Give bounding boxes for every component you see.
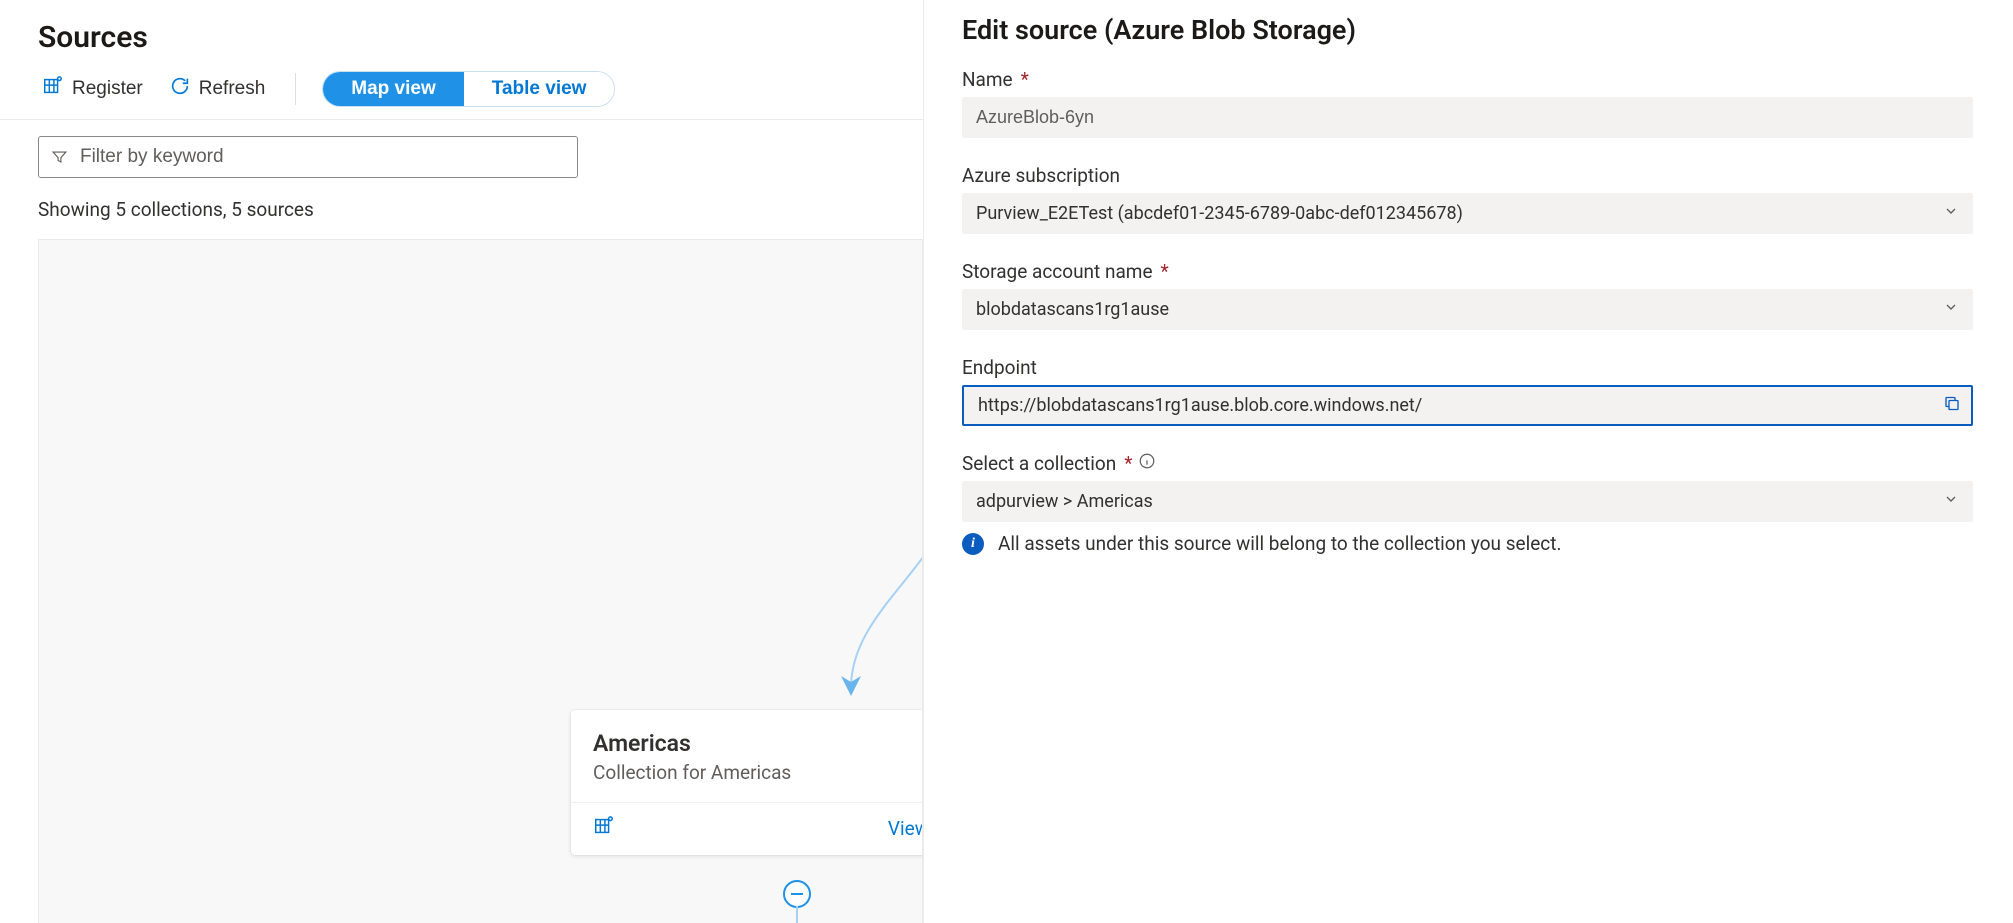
collapse-node-button[interactable] — [783, 880, 811, 908]
storage-account-select[interactable]: blobdatascans1rg1ause — [962, 289, 1973, 330]
map-view-button[interactable]: Map view — [323, 72, 463, 106]
endpoint-label: Endpoint — [962, 356, 1037, 379]
panel-title: Edit source (Azure Blob Storage) — [962, 14, 1973, 46]
collection-info-row: i All assets under this source will belo… — [962, 532, 1973, 555]
collection-card-americas[interactable]: Americas Collection for Americas View — [571, 710, 923, 855]
connector-line — [671, 440, 923, 700]
results-count: Showing 5 collections, 5 sources — [0, 186, 923, 221]
subscription-value: Purview_E2ETest (abcdef01-2345-6789-0abc… — [976, 203, 1463, 224]
view-details-link[interactable]: View — [888, 817, 923, 840]
field-name: Name * — [962, 68, 1973, 138]
view-toggle: Map view Table view — [322, 71, 615, 107]
storage-label: Storage account name — [962, 260, 1153, 283]
required-marker: * — [1021, 68, 1029, 91]
name-label: Name — [962, 68, 1013, 91]
collection-value: adpurview > Americas — [976, 491, 1153, 512]
toolbar: Register Refresh Map view Table view — [0, 59, 923, 120]
collection-icon — [42, 75, 64, 103]
filter-input[interactable] — [80, 146, 565, 168]
subscription-select[interactable]: Purview_E2ETest (abcdef01-2345-6789-0abc… — [962, 193, 1973, 234]
filter-input-wrapper[interactable] — [38, 136, 578, 178]
chevron-down-icon — [1943, 203, 1959, 224]
field-collection: Select a collection * adpurview > Americ… — [962, 452, 1973, 555]
connector-line — [796, 906, 798, 923]
toolbar-divider — [295, 73, 296, 105]
collection-info-text: All assets under this source will belong… — [998, 532, 1561, 555]
edit-source-panel: Edit source (Azure Blob Storage) Name * … — [924, 0, 2013, 923]
field-endpoint: Endpoint https://blobdatascans1rg1ause.b… — [962, 356, 1973, 426]
collection-card-subtitle: Collection for Americas — [593, 761, 923, 784]
sources-pane: Sources Register — [0, 0, 924, 923]
name-input[interactable] — [962, 97, 1973, 138]
info-badge-icon: i — [962, 533, 984, 555]
register-button[interactable]: Register — [38, 71, 147, 107]
collection-icon — [593, 815, 615, 841]
required-marker: * — [1124, 452, 1132, 475]
refresh-button[interactable]: Refresh — [165, 71, 270, 107]
chevron-down-icon — [1943, 299, 1959, 320]
collection-select[interactable]: adpurview > Americas — [962, 481, 1973, 522]
refresh-label: Refresh — [199, 78, 266, 100]
table-view-button[interactable]: Table view — [464, 72, 615, 106]
collection-card-title: Americas — [593, 730, 923, 757]
subscription-label: Azure subscription — [962, 164, 1120, 187]
chevron-down-icon — [1943, 491, 1959, 512]
copy-icon[interactable] — [1943, 394, 1961, 417]
endpoint-value: https://blobdatascans1rg1ause.blob.core.… — [978, 395, 1422, 416]
minus-icon — [791, 893, 803, 895]
filter-icon — [51, 148, 68, 166]
register-label: Register — [72, 78, 143, 100]
field-storage-account: Storage account name * blobdatascans1rg1… — [962, 260, 1973, 330]
storage-value: blobdatascans1rg1ause — [976, 299, 1169, 320]
info-icon[interactable] — [1138, 452, 1156, 475]
collection-label: Select a collection — [962, 452, 1116, 475]
endpoint-input[interactable]: https://blobdatascans1rg1ause.blob.core.… — [962, 385, 1973, 426]
map-canvas[interactable]: Americas Collection for Americas View — [38, 239, 923, 923]
refresh-icon — [169, 75, 191, 103]
required-marker: * — [1161, 260, 1169, 283]
page-title: Sources — [38, 20, 899, 55]
field-subscription: Azure subscription Purview_E2ETest (abcd… — [962, 164, 1973, 234]
